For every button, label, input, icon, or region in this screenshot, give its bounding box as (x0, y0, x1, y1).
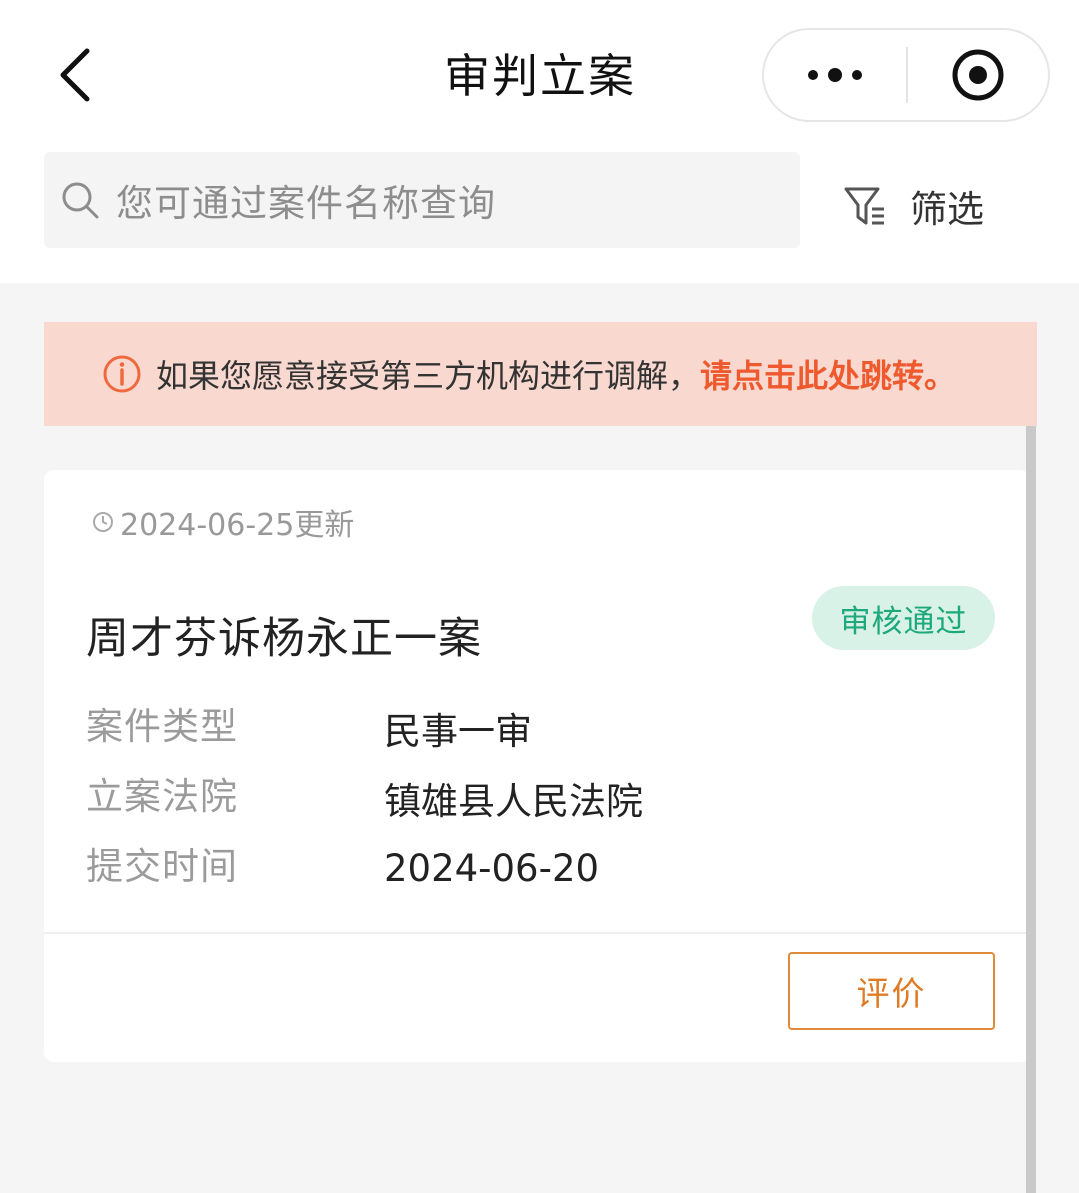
clock-icon (93, 512, 113, 532)
info-label: 案件类型 (86, 705, 238, 748)
target-close-icon (952, 49, 1004, 101)
mini-program-capsule (762, 28, 1050, 122)
info-row-case-type: 案件类型 民事一审 (86, 696, 532, 753)
search-input[interactable]: 您可通过案件名称查询 (44, 152, 800, 248)
scrollbar[interactable] (1026, 426, 1036, 1193)
page-title: 审判立案 (444, 49, 636, 103)
back-button[interactable] (40, 40, 110, 110)
mediation-notice: 如果您愿意接受第三方机构进行调解， 请点击此处跳转。 (44, 322, 1037, 426)
top-bar: 审判立案 您可通过案件名称查询 筛选 (0, 0, 1079, 283)
filter-label: 筛选 (910, 188, 984, 231)
card-divider (44, 932, 1030, 934)
search-placeholder: 您可通过案件名称查询 (116, 182, 496, 225)
chevron-left-icon (60, 48, 90, 102)
close-button[interactable] (908, 30, 1048, 120)
search-icon (62, 182, 99, 219)
rate-button[interactable]: 评价 (788, 952, 995, 1030)
status-badge: 审核通过 (812, 586, 995, 650)
case-title: 周才芬诉杨永正一案 (86, 614, 482, 664)
info-label: 立案法院 (86, 775, 238, 818)
info-label: 提交时间 (86, 845, 238, 888)
info-value: 民事一审 (384, 710, 532, 753)
filter-icon (844, 187, 884, 225)
info-value: 镇雄县人民法院 (384, 780, 643, 823)
more-button[interactable] (764, 30, 906, 120)
info-row-court: 立案法院 镇雄县人民法院 (86, 766, 643, 823)
notice-text: 如果您愿意接受第三方机构进行调解， (156, 357, 701, 395)
info-circle-icon (103, 355, 141, 393)
updated-text: 2024-06-25更新 (120, 508, 355, 543)
info-row-submit-time: 提交时间 2024-06-20 (86, 836, 599, 890)
case-card[interactable]: 2024-06-25更新 周才芬诉杨永正一案 审核通过 案件类型 民事一审 立案… (44, 470, 1030, 1062)
filter-button[interactable]: 筛选 (842, 178, 1012, 234)
info-value: 2024-06-20 (384, 846, 600, 890)
more-dots-icon (808, 68, 862, 82)
updated-time: 2024-06-25更新 (92, 502, 355, 543)
notice-link[interactable]: 请点击此处跳转。 (700, 351, 956, 397)
